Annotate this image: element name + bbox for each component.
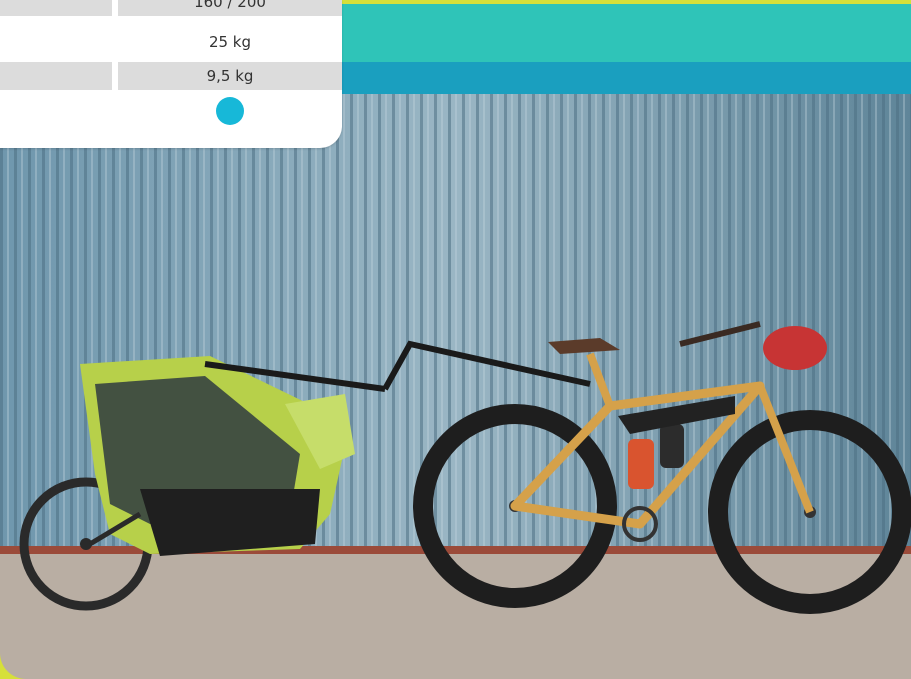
spec-row-2: 25 kg: [0, 28, 342, 56]
photo-illustration: [0, 94, 911, 679]
product-photo: [0, 94, 911, 679]
page: 160 / 200 25 kg 9,5 kg: [0, 0, 911, 679]
spec-row-3-label: [0, 62, 112, 90]
spec-row-1-value: 160 / 200: [118, 0, 342, 16]
color-indicator-dot: [216, 97, 244, 125]
spec-row-3: 9,5 kg: [0, 62, 342, 90]
spec-row-1-label: [0, 0, 112, 16]
spec-row-2-value: 25 kg: [208, 33, 252, 51]
spec-row-3-value: 9,5 kg: [118, 62, 342, 90]
spec-table: 160 / 200 25 kg 9,5 kg: [0, 0, 342, 148]
header-band-teal: [340, 4, 911, 62]
spec-row-1: 160 / 200: [0, 0, 342, 16]
header-band-blue: [340, 62, 911, 94]
spec-row-2-label: [0, 28, 112, 56]
